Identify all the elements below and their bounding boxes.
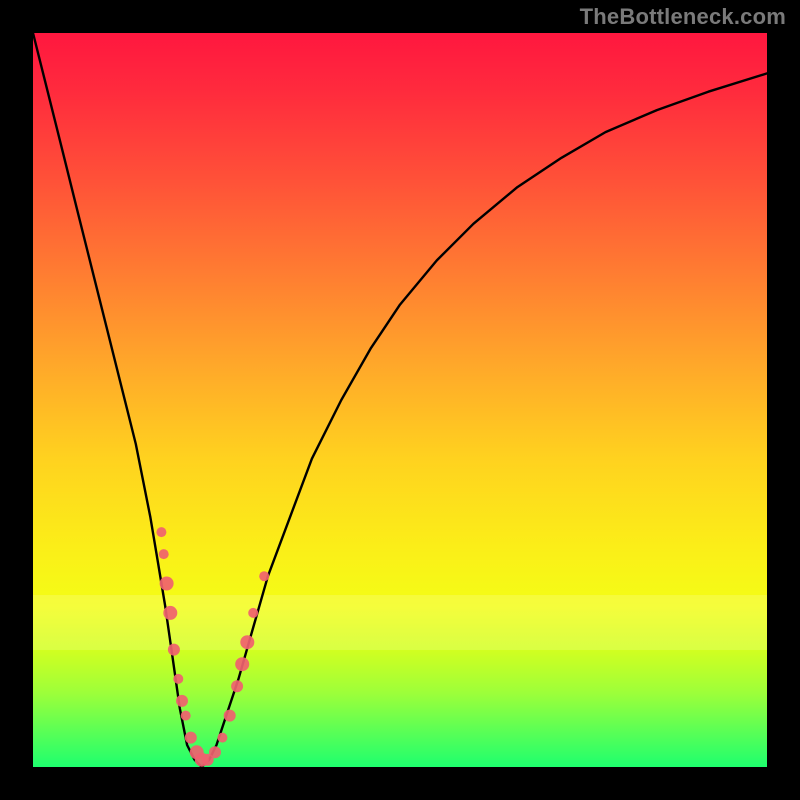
watermark-text: TheBottleneck.com: [580, 4, 786, 30]
highlight-band: [33, 595, 767, 650]
chart-frame: TheBottleneck.com: [0, 0, 800, 800]
plot-gradient-area: [33, 33, 767, 767]
